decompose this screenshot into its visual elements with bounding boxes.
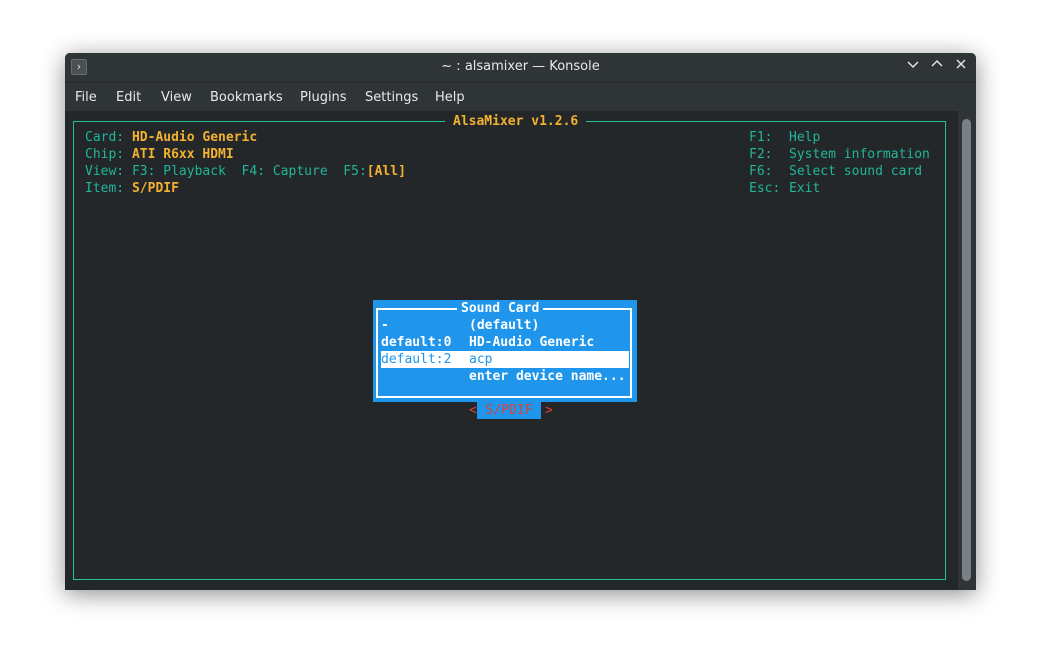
title-bar[interactable]: › ~ : alsamixer — Konsole (65, 53, 976, 83)
dialog-title: Sound Card (457, 300, 544, 317)
card-value: HD-Audio Generic (131, 130, 258, 145)
menu-view[interactable]: View (161, 90, 192, 105)
menu-help[interactable]: Help (435, 90, 465, 105)
minimize-icon[interactable] (904, 58, 922, 76)
window-title: ~ : alsamixer — Konsole (441, 59, 600, 74)
menu-plugins[interactable]: Plugins (300, 90, 347, 105)
menu-settings[interactable]: Settings (365, 90, 418, 105)
view-line: View: F3: Playback F4: Capture F5:[All] (85, 163, 406, 180)
help-action: System information (789, 147, 930, 162)
view-playback: F3: Playback (131, 164, 226, 179)
help-line-f2: F2: System information (749, 146, 930, 163)
device-id: default:0 (381, 335, 452, 350)
menu-edit[interactable]: Edit (116, 90, 141, 105)
device-id: default:2 (381, 352, 452, 367)
terminal-area[interactable]: AlsaMixer v1.2.6 Card: HD-Audio Generic … (65, 111, 958, 590)
item-line: Item: S/PDIF (85, 180, 179, 197)
maximize-icon[interactable] (928, 58, 946, 76)
help-key: F6: (749, 164, 773, 179)
sound-card-option[interactable]: - (default) (381, 317, 629, 334)
help-action: Help (789, 130, 821, 145)
help-line-f6: F6: Select sound card (749, 163, 922, 180)
card-line: Card: HD-Audio Generic (85, 129, 257, 146)
help-key: Esc: (749, 181, 781, 196)
card-label: Card: (85, 130, 125, 145)
alsamixer-title: AlsaMixer v1.2.6 (445, 113, 587, 130)
control-right-bracket: > (545, 403, 553, 418)
chip-value: ATI R6xx HDMI (131, 147, 234, 162)
close-icon[interactable] (952, 58, 970, 76)
sound-card-option-selected[interactable]: default:2 acp (381, 351, 629, 368)
help-line-esc: Esc: Exit (749, 180, 820, 197)
view-label: View: (85, 164, 125, 179)
chip-label: Chip: (85, 147, 125, 162)
help-key: F2: (749, 147, 773, 162)
device-id: - (381, 318, 389, 333)
scrollbar[interactable] (958, 111, 976, 590)
device-name: acp (469, 352, 493, 367)
control-name: S/PDIF (477, 402, 541, 419)
sound-card-option[interactable]: default:0 HD-Audio Generic (381, 334, 629, 351)
help-action: Select sound card (789, 164, 923, 179)
help-line-f1: F1: Help (749, 129, 820, 146)
control-label[interactable]: < S/PDIF > (461, 402, 553, 487)
item-value: S/PDIF (131, 181, 179, 196)
view-all-value: [All] (366, 164, 406, 179)
konsole-window: › ~ : alsamixer — Konsole File Edit View… (65, 53, 976, 590)
view-capture: F4: Capture (241, 164, 328, 179)
device-name: (default) (469, 318, 540, 333)
chip-line: Chip: ATI R6xx HDMI (85, 146, 234, 163)
device-name: enter device name... (469, 369, 626, 384)
menu-bookmarks[interactable]: Bookmarks (210, 90, 283, 105)
help-key: F1: (749, 130, 773, 145)
menu-bar: File Edit View Bookmarks Plugins Setting… (65, 83, 976, 111)
scrollbar-thumb[interactable] (962, 119, 971, 581)
device-name: HD-Audio Generic (469, 335, 595, 350)
item-label: Item: (85, 181, 125, 196)
control-left-bracket: < (469, 403, 477, 418)
menu-file[interactable]: File (75, 90, 97, 105)
sound-card-dialog: Sound Card - (default) default:0 HD-Audi… (373, 300, 637, 402)
view-all-key: F5: (343, 164, 367, 179)
help-action: Exit (789, 181, 821, 196)
enter-device-name-option[interactable]: enter device name... (381, 368, 629, 385)
